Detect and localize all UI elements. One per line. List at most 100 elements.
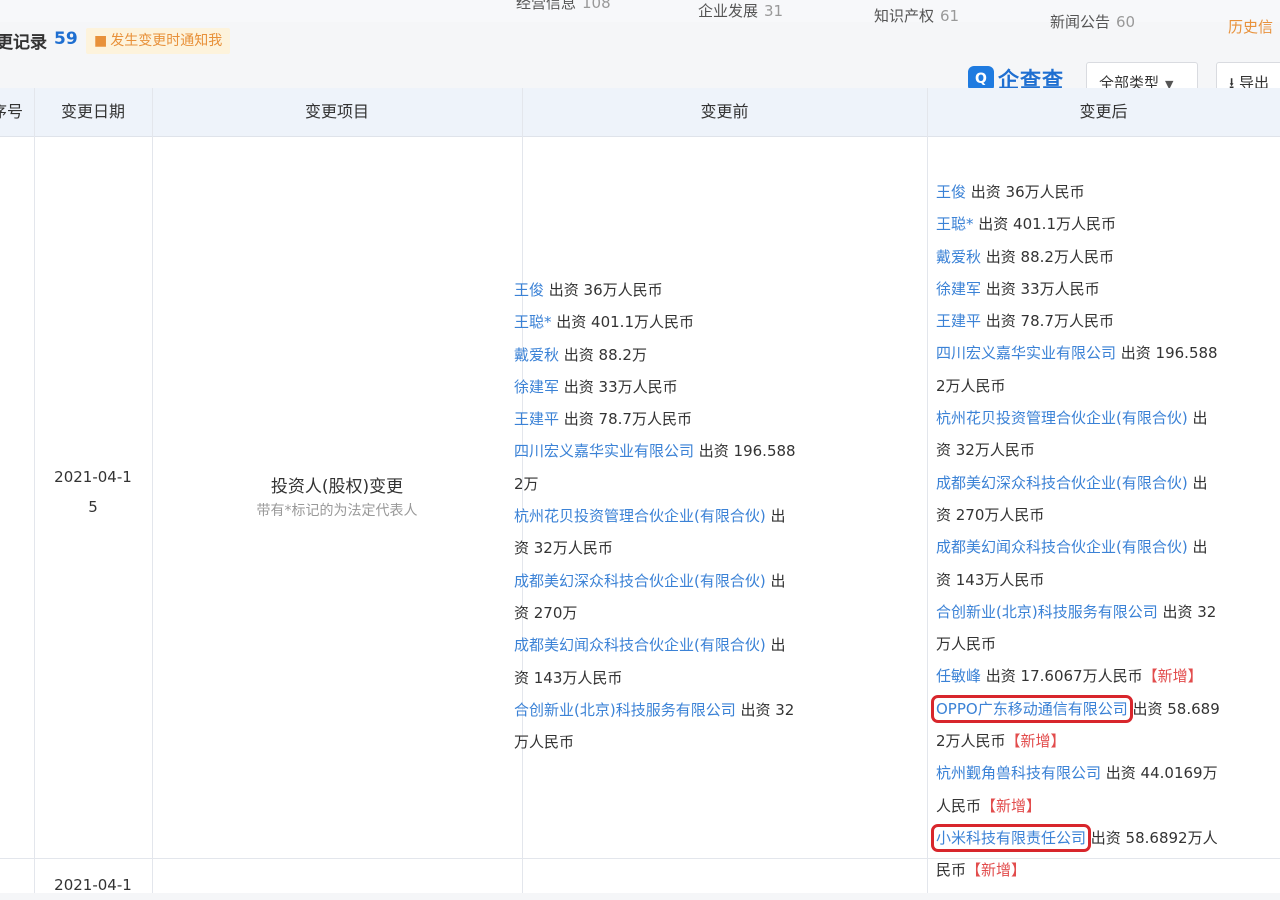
change-records-table: 序号 变更日期 变更项目 变更前 变更后 2021-04-1 5 投资人(股权)… — [0, 88, 1280, 894]
investment-amount: 出 — [765, 507, 786, 526]
shareholder-link[interactable]: OPPO广东移动通信有限公司 — [931, 694, 1133, 723]
shareholder-entry: 杭州花贝投资管理合伙企业(有限合伙) 出 — [514, 500, 919, 532]
investment-amount: 出资 196.588 — [1116, 344, 1218, 363]
shareholder-entry: 人民币【新增】 — [936, 790, 1280, 822]
shareholder-link[interactable]: 杭州花贝投资管理合伙企业(有限合伙) — [514, 507, 766, 525]
investment-amount: 出 — [765, 571, 786, 590]
shareholder-link[interactable]: 戴爱秋 — [514, 346, 559, 364]
tab-intellectual-property[interactable]: 知识产权 61 — [874, 5, 959, 26]
shareholder-link[interactable]: 杭州花贝投资管理合伙企业(有限合伙) — [936, 409, 1188, 427]
shareholder-entry: 王俊 出资 36万人民币 — [514, 274, 919, 306]
investment-amount: 万人民币 — [936, 635, 997, 654]
shareholder-entry: 王聪* 出资 401.1万人民币 — [514, 306, 919, 338]
tab-enterprise-development[interactable]: 企业发展 31 — [698, 0, 783, 21]
new-tag: 【新增】 — [966, 861, 1027, 880]
shareholder-entry: 资 143万人民币 — [936, 564, 1280, 596]
history-link[interactable]: 历史信 — [1228, 16, 1273, 37]
investment-amount: 出资 401.1万人民币 — [973, 215, 1116, 234]
th-after: 变更后 — [1079, 102, 1128, 121]
shareholder-entry: 合创新业(北京)科技服务有限公司 出资 32 — [936, 596, 1280, 628]
investment-amount: 出资 32 — [735, 700, 795, 719]
after-change-list: 王俊 出资 36万人民币王聪* 出资 401.1万人民币戴爱秋 出资 88.2万… — [930, 176, 1280, 887]
shareholder-entry: 2万人民币 — [936, 370, 1280, 402]
investment-amount: 资 32万人民币 — [514, 539, 613, 558]
investment-amount: 出 — [1187, 409, 1208, 428]
shareholder-link[interactable]: 徐建军 — [936, 280, 981, 298]
shareholder-entry: 四川宏义嘉华实业有限公司 出资 196.588 — [514, 435, 919, 467]
shareholder-link[interactable]: 王聪* — [936, 215, 974, 233]
shareholder-link[interactable]: 王建平 — [514, 410, 559, 428]
tab-news-announcements[interactable]: 新闻公告 60 — [1050, 11, 1135, 32]
investment-amount: 出资 17.6067万人民币 — [981, 667, 1143, 686]
shareholder-link[interactable]: 四川宏义嘉华实业有限公司 — [936, 344, 1116, 362]
investment-amount: 出资 88.2万 — [559, 345, 647, 364]
change-item-title: 投资人(股权)变更 — [270, 477, 404, 497]
shareholder-link[interactable]: 戴爱秋 — [936, 248, 981, 266]
investment-amount: 2万 — [514, 474, 539, 493]
investment-amount: 出资 32 — [1157, 602, 1217, 621]
investment-amount: 出资 58.6892万人 — [1086, 828, 1218, 847]
shareholder-link[interactable]: 合创新业(北京)科技服务有限公司 — [936, 603, 1158, 621]
investment-amount: 出资 78.7万人民币 — [981, 312, 1114, 331]
shareholder-link[interactable]: 王建平 — [936, 312, 981, 330]
shareholder-link[interactable]: 成都美幻闻众科技合伙企业(有限合伙) — [514, 636, 766, 654]
investment-amount: 2万人民币 — [936, 376, 1006, 395]
shareholder-link[interactable]: 成都美幻深众科技合伙企业(有限合伙) — [936, 474, 1188, 492]
th-item: 变更项目 — [304, 102, 369, 121]
investment-amount: 出资 44.0169万 — [1101, 764, 1218, 783]
shareholder-entry: 资 32万人民币 — [936, 434, 1280, 466]
shareholder-entry: 合创新业(北京)科技服务有限公司 出资 32 — [514, 694, 919, 726]
shareholder-entry: 民币【新增】 — [936, 854, 1280, 886]
shareholder-link[interactable]: 王俊 — [514, 281, 544, 299]
investment-amount: 出资 36万人民币 — [544, 281, 663, 299]
investment-amount: 出资 36万人民币 — [966, 183, 1085, 201]
top-nav: 经营信息 108 企业发展 31 知识产权 61 新闻公告 60 历史信 — [0, 0, 1280, 36]
shareholder-entry: 2万 — [514, 468, 919, 500]
shareholder-entry: 资 32万人民币 — [514, 532, 919, 564]
shareholder-entry: 成都美幻闻众科技合伙企业(有限合伙) 出 — [514, 629, 919, 661]
investment-amount: 出 — [765, 636, 786, 655]
investment-amount: 出资 33万人民币 — [981, 279, 1100, 298]
shareholder-link[interactable]: 合创新业(北京)科技服务有限公司 — [514, 701, 736, 719]
shareholder-entry: 杭州花贝投资管理合伙企业(有限合伙) 出 — [936, 402, 1280, 434]
shareholder-entry: 小米科技有限责任公司 出资 58.6892万人 — [930, 822, 1280, 854]
th-date: 变更日期 — [60, 102, 125, 121]
shareholder-entry: 万人民币 — [936, 628, 1280, 660]
investment-amount: 出资 196.588 — [694, 442, 796, 461]
shareholder-link[interactable]: 小米科技有限责任公司 — [930, 823, 1092, 852]
change-date: 2021-04-1 — [54, 876, 132, 894]
investment-amount: 资 32万人民币 — [936, 441, 1035, 460]
shareholder-entry: 万人民币 — [514, 726, 919, 758]
table-header: 序号 变更日期 变更项目 变更前 变更后 — [0, 88, 1280, 137]
notify-on-change-button[interactable]: ■ 发生变更时通知我 — [86, 28, 231, 54]
shareholder-entry: 成都美幻深众科技合伙企业(有限合伙) 出 — [936, 467, 1280, 499]
shareholder-link[interactable]: 任敏峰 — [936, 667, 981, 685]
shareholder-entry: 徐建军 出资 33万人民币 — [936, 273, 1280, 305]
shareholder-link[interactable]: 徐建军 — [514, 378, 559, 396]
investment-amount: 出资 78.7万人民币 — [559, 410, 692, 429]
notify-label: 发生变更时通知我 — [110, 33, 223, 49]
shareholder-entry: 资 143万人民币 — [514, 662, 919, 694]
shareholder-entry: 任敏峰 出资 17.6067万人民币【新增】 — [936, 660, 1280, 692]
shareholder-entry: 王建平 出资 78.7万人民币 — [514, 403, 919, 435]
bell-icon: ■ — [94, 33, 108, 49]
shareholder-link[interactable]: 四川宏义嘉华实业有限公司 — [514, 442, 694, 460]
investment-amount: 民币 — [936, 861, 967, 880]
shareholder-link[interactable]: 王聪* — [514, 313, 552, 331]
change-item-note: 带有*标记的为法定代表人 — [256, 503, 418, 519]
shareholder-entry: 王聪* 出资 401.1万人民币 — [936, 208, 1280, 240]
shareholder-link[interactable]: 成都美幻深众科技合伙企业(有限合伙) — [514, 572, 766, 590]
investment-amount: 出资 88.2万人民币 — [981, 247, 1114, 266]
investment-amount: 资 143万人民币 — [936, 570, 1045, 589]
record-count: 59 — [54, 29, 78, 49]
change-date: 2021-04-1 5 — [54, 468, 132, 516]
shareholder-link[interactable]: 王俊 — [936, 183, 966, 201]
shareholder-entry: 杭州觐角兽科技有限公司 出资 44.0169万 — [936, 757, 1280, 789]
shareholder-link[interactable]: 成都美幻闻众科技合伙企业(有限合伙) — [936, 538, 1188, 556]
investment-amount: 资 143万人民币 — [514, 668, 623, 687]
shareholder-link[interactable]: 杭州觐角兽科技有限公司 — [936, 764, 1101, 782]
investment-amount: 出 — [1187, 473, 1208, 492]
before-change-list: 王俊 出资 36万人民币 王聪* 出资 401.1万人民币 戴爱秋 出资 88.2万… — [514, 274, 919, 758]
tab-business-info[interactable]: 经营信息 108 — [516, 0, 611, 13]
change-item: 投资人(股权)变更 带有*标记的为法定代表人 — [152, 474, 522, 522]
